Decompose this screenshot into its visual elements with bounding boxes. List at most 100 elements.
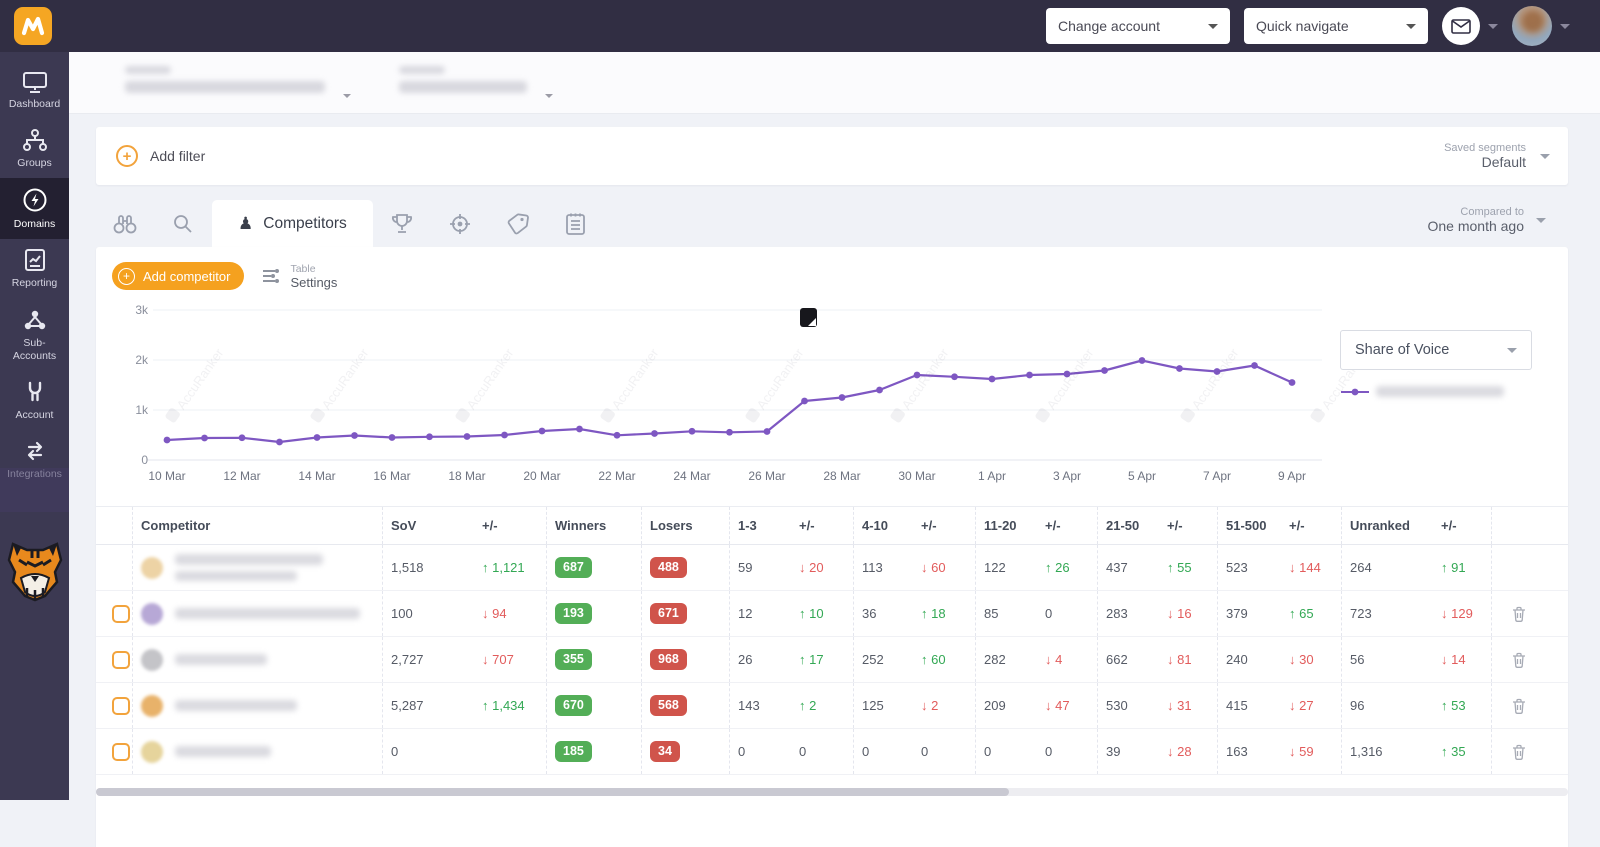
competitor-cell[interactable] bbox=[132, 683, 382, 728]
app-logo[interactable] bbox=[14, 7, 52, 45]
column-header: 11-20 bbox=[975, 507, 1037, 544]
column-header: +/- bbox=[474, 507, 546, 544]
sidebar-item-reporting[interactable]: Reporting bbox=[0, 239, 69, 298]
value-text: 283 bbox=[1106, 606, 1128, 621]
table-cell: 85 bbox=[975, 591, 1037, 636]
value-text: 0 bbox=[921, 744, 928, 759]
table-cell: 122 bbox=[975, 545, 1037, 590]
table-cell: 36 bbox=[853, 591, 913, 636]
group-selector[interactable] bbox=[125, 66, 325, 93]
sidebar-item-dashboard[interactable]: Dashboard bbox=[0, 62, 69, 119]
delta-down: ↓ 94 bbox=[482, 606, 507, 621]
breadcrumb bbox=[69, 52, 1600, 114]
delete-competitor-button[interactable] bbox=[1500, 744, 1537, 760]
delta-up: ↑ 1,434 bbox=[482, 698, 525, 713]
tab-rankings[interactable] bbox=[373, 200, 431, 247]
delta-down: ↓ 30 bbox=[1289, 652, 1314, 667]
delta-up: ↑ 91 bbox=[1441, 560, 1466, 575]
domain-selector[interactable] bbox=[399, 66, 527, 93]
saved-segments-dropdown[interactable]: Saved segments Default bbox=[1444, 142, 1550, 170]
quick-navigate-dropdown[interactable]: Quick navigate bbox=[1244, 8, 1428, 44]
competitor-cell[interactable] bbox=[132, 637, 382, 682]
competitor-cell[interactable] bbox=[132, 729, 382, 774]
table-cell: 355 bbox=[546, 637, 641, 682]
tab-competitors[interactable]: ♟ Competitors bbox=[212, 200, 373, 247]
table-cell: 0 bbox=[729, 729, 791, 774]
competitor-cell[interactable] bbox=[132, 545, 382, 590]
sidebar-item-sub-accounts[interactable]: Sub-Accounts bbox=[0, 299, 69, 371]
sidebar-item-label: Domains bbox=[14, 218, 55, 231]
tab-overview[interactable] bbox=[96, 200, 154, 247]
competitor-cell[interactable] bbox=[132, 591, 382, 636]
table-settings-settings-label: Settings bbox=[290, 275, 337, 290]
horizontal-scrollbar[interactable] bbox=[96, 788, 1568, 796]
table-cell: 0 bbox=[1037, 591, 1097, 636]
tab-notes[interactable] bbox=[547, 200, 605, 247]
table-settings-button[interactable]: Table Settings bbox=[262, 263, 337, 290]
competitor-checkbox[interactable] bbox=[112, 605, 130, 623]
change-account-dropdown[interactable]: Change account bbox=[1046, 8, 1230, 44]
tab-keywords[interactable] bbox=[154, 200, 212, 247]
compared-to-dropdown[interactable]: Compared to One month ago bbox=[1427, 206, 1546, 234]
delta-down: ↓ 27 bbox=[1289, 698, 1314, 713]
competitor-checkbox[interactable] bbox=[112, 743, 130, 761]
plus-icon: + bbox=[116, 145, 138, 167]
trash-icon bbox=[1512, 744, 1526, 760]
table-cell: 687 bbox=[546, 545, 641, 590]
losers-badge: 968 bbox=[650, 649, 687, 670]
svg-text:12 Mar: 12 Mar bbox=[223, 469, 260, 483]
messages-button[interactable] bbox=[1442, 7, 1480, 45]
notes-icon bbox=[565, 212, 586, 236]
compared-to-value: One month ago bbox=[1427, 218, 1524, 234]
chevron-down-icon[interactable] bbox=[1488, 24, 1498, 29]
table-cell: ↑ 1,121 bbox=[474, 545, 546, 590]
chevron-down-icon[interactable] bbox=[1560, 24, 1570, 29]
delete-competitor-button[interactable] bbox=[1500, 698, 1537, 714]
actions-cell bbox=[1491, 591, 1537, 636]
competitor-checkbox[interactable] bbox=[112, 697, 130, 715]
table-cell: ↑ 35 bbox=[1433, 729, 1491, 774]
tab-landing-pages[interactable] bbox=[431, 200, 489, 247]
add-competitor-button[interactable]: + Add competitor bbox=[112, 262, 244, 290]
tab-tags[interactable] bbox=[489, 200, 547, 247]
value-text: 523 bbox=[1226, 560, 1248, 575]
add-filter-button[interactable]: + Add filter bbox=[116, 145, 205, 167]
competitor-checkbox[interactable] bbox=[112, 651, 130, 669]
column-header: Unranked bbox=[1341, 507, 1433, 544]
delta-down: ↓ 14 bbox=[1441, 652, 1466, 667]
value-text: 85 bbox=[984, 606, 998, 621]
table-row: 1,518↑ 1,12168748859↓ 20113↓ 60122↑ 2643… bbox=[96, 545, 1568, 591]
table-cell: ↑ 2 bbox=[791, 683, 853, 728]
table-cell: 0 bbox=[382, 729, 474, 774]
table-cell: 2,727 bbox=[382, 637, 474, 682]
envelope-icon bbox=[1451, 19, 1471, 34]
winners-badge: 687 bbox=[555, 557, 592, 578]
metric-select[interactable]: Share of Voice bbox=[1340, 330, 1532, 370]
column-header: +/- bbox=[1433, 507, 1491, 544]
user-avatar[interactable] bbox=[1512, 6, 1552, 46]
scrollbar-thumb[interactable] bbox=[96, 788, 1009, 796]
table-cell: 209 bbox=[975, 683, 1037, 728]
table-cell: 26 bbox=[729, 637, 791, 682]
sidebar-item-account[interactable]: Account bbox=[0, 371, 69, 430]
note-marker-icon[interactable] bbox=[800, 308, 817, 327]
sidebar-item-domains[interactable]: Domains bbox=[0, 178, 69, 239]
table-cell: ↑ 26 bbox=[1037, 545, 1097, 590]
delete-competitor-button[interactable] bbox=[1500, 652, 1537, 668]
main-content: + Add filter Saved segments Default ♟ Co… bbox=[69, 52, 1600, 800]
losers-badge: 34 bbox=[650, 741, 680, 762]
delta-up: ↑ 10 bbox=[799, 606, 824, 621]
table-cell: 0 bbox=[913, 729, 975, 774]
competitor-favicon-icon bbox=[141, 741, 163, 763]
table-cell: 264 bbox=[1341, 545, 1433, 590]
delete-competitor-button[interactable] bbox=[1500, 606, 1537, 622]
svg-text:28 Mar: 28 Mar bbox=[823, 469, 860, 483]
value-text: 530 bbox=[1106, 698, 1128, 713]
sidebar-item-groups[interactable]: Groups bbox=[0, 119, 69, 178]
value-text: 209 bbox=[984, 698, 1006, 713]
value-text: 0 bbox=[984, 744, 991, 759]
table-cell: 0 bbox=[791, 729, 853, 774]
table-cell: ↓ 94 bbox=[474, 591, 546, 636]
chart-legend-item[interactable] bbox=[1340, 386, 1532, 397]
value-text: 125 bbox=[862, 698, 884, 713]
